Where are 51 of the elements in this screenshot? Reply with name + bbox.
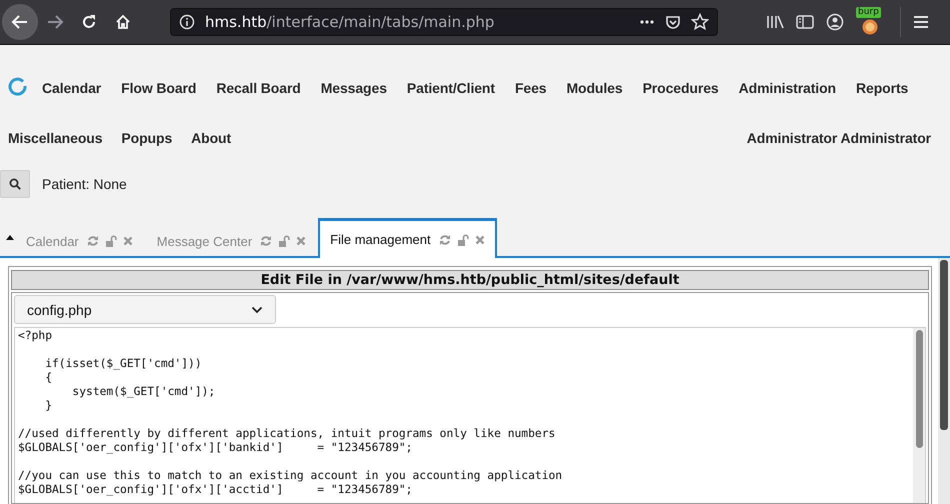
reload-icon [81, 14, 97, 30]
account-icon[interactable] [826, 13, 844, 31]
menu-item[interactable]: Miscellaneous [8, 130, 102, 146]
search-button[interactable] [0, 170, 30, 198]
info-icon [179, 14, 195, 30]
forward-arrow-icon [46, 14, 64, 30]
pocket-icon[interactable] [665, 14, 681, 30]
refresh-icon[interactable] [260, 235, 272, 247]
home-icon [115, 14, 131, 30]
star-icon[interactable] [691, 13, 709, 31]
file-dropdown[interactable]: config.php [14, 295, 276, 324]
logo-icon [8, 76, 28, 96]
close-icon[interactable] [296, 236, 306, 246]
collapse-icon[interactable] [6, 235, 14, 240]
badge-label: burp [856, 7, 881, 18]
url-field[interactable]: hms.htb/interface/main/tabs/main.php [170, 8, 718, 36]
chevron-down-icon [251, 306, 263, 314]
editor-title: Edit File in /var/www/hms.htb/public_html/sites/default [11, 270, 929, 290]
lock-icon[interactable] [104, 235, 117, 247]
menu-item[interactable]: Fees [514, 80, 546, 96]
menu-item[interactable]: Modules [566, 80, 623, 96]
menu-item[interactable]: About [191, 130, 232, 146]
menu-item[interactable]: Procedures [642, 80, 719, 96]
page-scrollbar[interactable] [938, 258, 950, 504]
refresh-icon[interactable] [438, 234, 451, 246]
lock-icon[interactable] [456, 234, 469, 246]
close-icon[interactable] [122, 236, 133, 246]
sidebar-icon[interactable] [796, 14, 814, 30]
tab[interactable]: File management [318, 218, 497, 258]
refresh-icon[interactable] [86, 235, 99, 247]
back-arrow-icon [11, 14, 29, 30]
menu-item[interactable]: Administration [738, 80, 836, 96]
menu-item[interactable]: Calendar [42, 80, 102, 96]
extension-button[interactable]: burp [856, 7, 884, 37]
menu-item[interactable]: Recall Board [216, 80, 301, 96]
menu-item[interactable]: Flow Board [121, 80, 196, 96]
url-text: hms.htb/interface/main/tabs/main.php [205, 13, 496, 31]
user-name[interactable]: Administrator Administrator [746, 130, 931, 146]
menu-item[interactable]: Patient/Client [406, 80, 495, 96]
patient-label: Patient: None [42, 176, 127, 192]
back-button[interactable] [2, 4, 38, 40]
menu-item[interactable]: Reports [856, 80, 908, 96]
scrollbar[interactable] [913, 328, 925, 503]
search-icon [9, 178, 21, 190]
extension-icon [862, 19, 878, 35]
close-icon[interactable] [474, 234, 485, 244]
lock-icon[interactable] [278, 235, 290, 247]
menu-item[interactable]: Messages [320, 80, 387, 96]
menu-icon[interactable] [913, 15, 929, 29]
library-icon[interactable] [766, 14, 784, 30]
menu-item[interactable]: Popups [121, 130, 172, 146]
